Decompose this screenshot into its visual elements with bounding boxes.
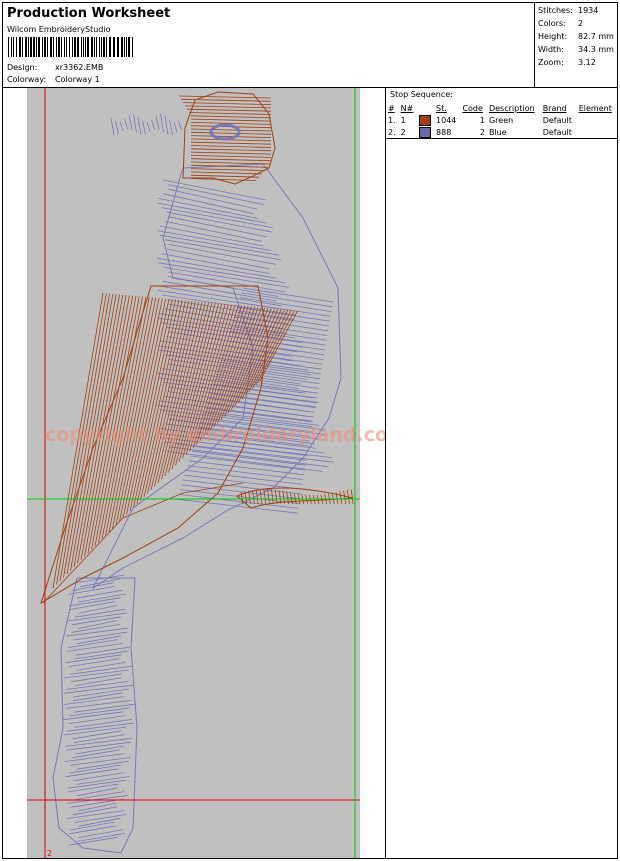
thread-description: Green (488, 115, 514, 125)
stat-value: 1934 (578, 6, 599, 15)
stat-label: Height: (538, 32, 568, 41)
stat-label: Colors: (538, 19, 566, 28)
stat-label: Stitches: (538, 6, 573, 15)
element-cell (577, 114, 617, 126)
stat-label: Zoom: (538, 58, 564, 67)
color-cell (417, 114, 434, 126)
row-number: 2. (386, 126, 399, 139)
stitch-count: 1044 (436, 115, 457, 125)
stop-sequence-table: # N# St. Code Description Brand Element … (386, 102, 617, 139)
stat-value: 34.3 mm (578, 45, 614, 54)
column-header: Code (462, 103, 483, 113)
thread-description: Blue (486, 126, 541, 139)
design-row: Design: xr3362.EMB (7, 63, 103, 72)
column-header: N# (400, 103, 414, 113)
column-header (417, 102, 434, 114)
design-label: Design: (7, 63, 38, 72)
thread-brand: Default (542, 115, 572, 125)
stitch-count: 888 (434, 126, 461, 139)
thread-code: 2 (460, 126, 487, 139)
column-header: Description (488, 103, 535, 113)
column-header: # (388, 103, 395, 113)
needle-number: 1 (400, 115, 406, 125)
element-cell (576, 126, 617, 139)
design-filename: xr3362.EMB (55, 63, 104, 72)
thread-code: 1 (479, 115, 485, 125)
column-header: St. (436, 103, 447, 113)
stat-value: 3.12 (578, 58, 596, 67)
stat-height: Height: 82.7 mm (538, 32, 614, 41)
row-number: 1. (388, 115, 396, 125)
table-row[interactable]: 1. 1 1044 1 Green Default (386, 114, 617, 126)
stat-label: Width: (538, 45, 564, 54)
color-swatch (418, 114, 431, 126)
color-cell (416, 126, 435, 139)
color-swatch (418, 126, 431, 138)
stat-colors: Colors: 2 (538, 19, 583, 28)
column-header: Brand (542, 103, 567, 113)
production-worksheet: Production Worksheet Wilcom EmbroiderySt… (2, 2, 618, 859)
design-canvas[interactable]: copyright by embroideryland.com 2 (3, 88, 386, 858)
embroidery-preview: copyright by embroideryland.com 2 (27, 88, 386, 858)
design-stats: Stitches: 1934 Colors: 2 Height: 82.7 mm Wi… (535, 3, 617, 88)
colorway-label: Colorway: (7, 75, 47, 84)
stat-value: 2 (578, 19, 584, 28)
column-header: Element (578, 103, 612, 113)
stat-zoom: Zoom: 3.12 (538, 58, 596, 67)
stat-value: 82.7 mm (578, 32, 614, 41)
colorway-value: Colorway 1 (55, 75, 100, 84)
worksheet-header: Production Worksheet Wilcom EmbroiderySt… (3, 3, 535, 88)
guide-marker-label: 2 (47, 849, 52, 858)
stat-width: Width: 34.3 mm (538, 45, 614, 54)
stat-stitches: Stitches: 1934 (538, 6, 598, 15)
needle-number: 2 (398, 126, 417, 139)
watermark-text: copyright by embroideryland.com (45, 424, 386, 446)
table-header-row: # N# St. Code Description Brand Element (386, 102, 617, 114)
colorway-row: Colorway: Colorway 1 (7, 75, 100, 84)
software-name: Wilcom EmbroideryStudio (7, 25, 111, 34)
page-title: Production Worksheet (7, 6, 171, 21)
table-row[interactable]: 2. 2 888 2 Blue Default (386, 126, 617, 139)
thread-brand: Default (540, 126, 577, 139)
barcode-image (8, 37, 133, 57)
stop-sequence-panel: Stop Sequence: # N# St. Code Description… (386, 88, 617, 858)
stop-sequence-title: Stop Sequence: (390, 90, 453, 99)
